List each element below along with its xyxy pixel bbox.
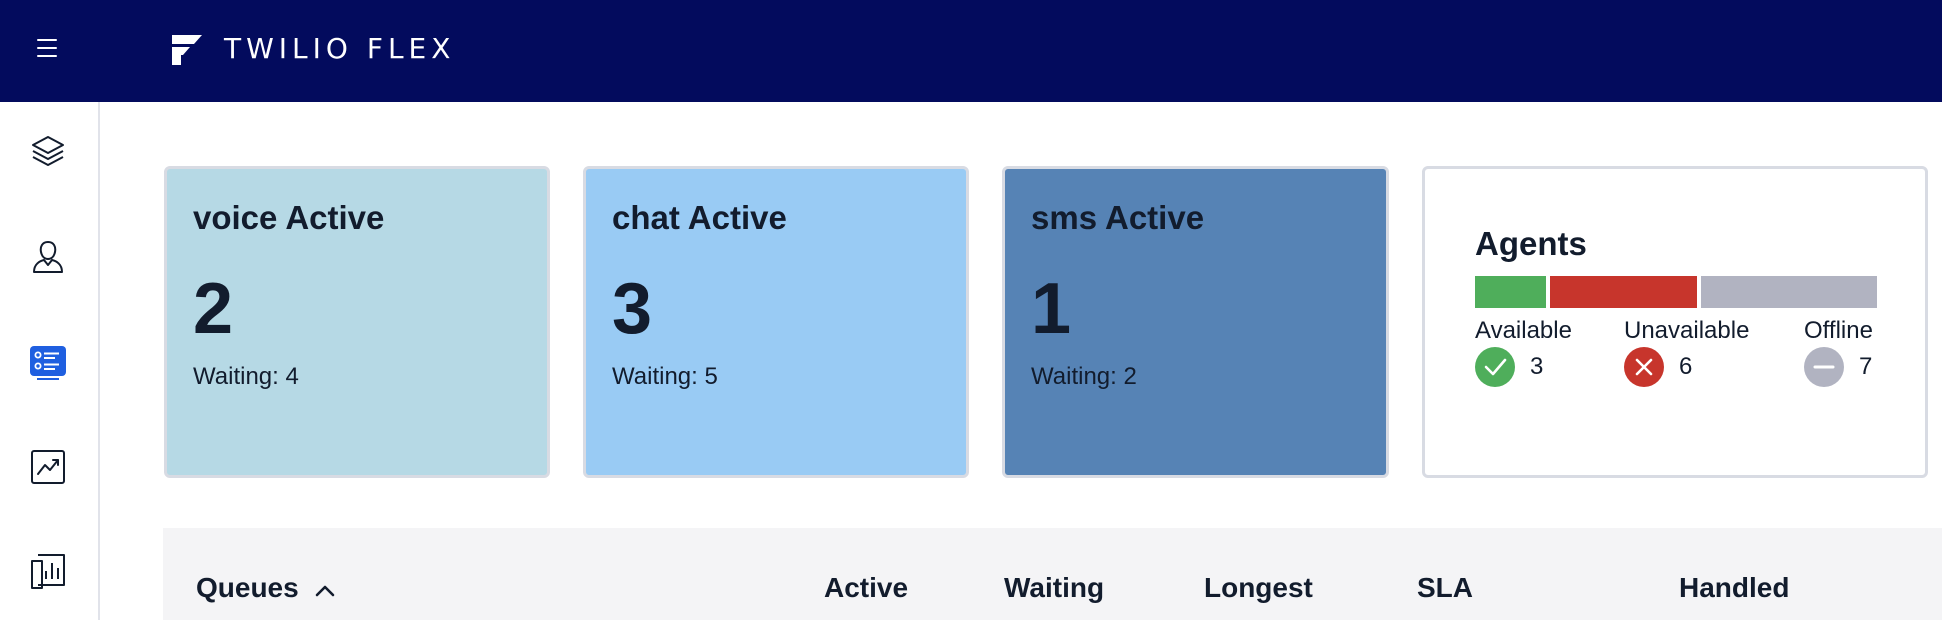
offline-bar-segment [1701, 276, 1877, 308]
minus-icon [1804, 347, 1844, 387]
top-bar: TWILIO FLEX [0, 0, 1942, 102]
agents-summary-card: Agents Available Unavailable Offline 3 6… [1422, 166, 1928, 478]
waiting-label: Waiting: [1031, 363, 1117, 390]
chevron-up-icon[interactable] [313, 578, 337, 602]
active-count: 1 [1031, 269, 1072, 349]
queues-stats-icon[interactable] [29, 344, 67, 382]
unavailable-label: Unavailable [1624, 317, 1750, 344]
card-title: sms Active [1031, 199, 1205, 236]
waiting-label: Waiting: [193, 363, 279, 390]
sidebar-nav [0, 102, 100, 620]
available-count: 3 [1530, 353, 1544, 380]
waiting-summary: Waiting: 2 [1031, 363, 1137, 391]
card-title: chat Active [612, 199, 787, 236]
check-icon [1475, 347, 1515, 387]
x-icon [1624, 347, 1664, 387]
agents-title: Agents [1475, 225, 1587, 262]
waiting-count: 5 [704, 363, 718, 390]
waiting-count: 2 [1123, 363, 1137, 390]
waiting-label: Waiting: [612, 363, 698, 390]
queues-table-header: Queues Active Waiting Longest SLA Handle… [163, 528, 1942, 620]
sms-channel-card: sms Active 1 Waiting: 2 [1002, 166, 1389, 478]
card-title: voice Active [193, 199, 385, 236]
active-count: 3 [612, 269, 653, 349]
waiting-summary: Waiting: 4 [193, 363, 299, 391]
reports-icon[interactable] [29, 552, 67, 590]
hamburger-menu-icon[interactable] [37, 39, 59, 57]
waiting-summary: Waiting: 5 [612, 363, 718, 391]
chat-channel-card: chat Active 3 Waiting: 5 [583, 166, 969, 478]
column-header-sla[interactable]: SLA [1417, 572, 1473, 604]
agents-icon[interactable] [29, 238, 67, 276]
active-count: 2 [193, 269, 234, 349]
offline-count: 7 [1859, 353, 1873, 380]
twilio-flex-logo-icon [170, 33, 204, 67]
layers-icon[interactable] [29, 132, 67, 170]
voice-channel-card: voice Active 2 Waiting: 4 [164, 166, 550, 478]
unavailable-bar-segment [1550, 276, 1697, 308]
offline-label: Offline [1804, 317, 1873, 344]
available-bar-segment [1475, 276, 1546, 308]
column-header-longest[interactable]: Longest [1204, 572, 1313, 604]
column-header-queues[interactable]: Queues [196, 572, 299, 604]
waiting-count: 4 [285, 363, 299, 390]
column-header-waiting[interactable]: Waiting [1004, 572, 1104, 604]
column-header-handled[interactable]: Handled [1679, 572, 1789, 604]
app-brand-title: TWILIO FLEX [224, 32, 456, 65]
unavailable-count: 6 [1679, 353, 1693, 380]
column-header-active[interactable]: Active [824, 572, 908, 604]
analytics-chart-icon[interactable] [29, 448, 67, 486]
available-label: Available [1475, 317, 1572, 344]
